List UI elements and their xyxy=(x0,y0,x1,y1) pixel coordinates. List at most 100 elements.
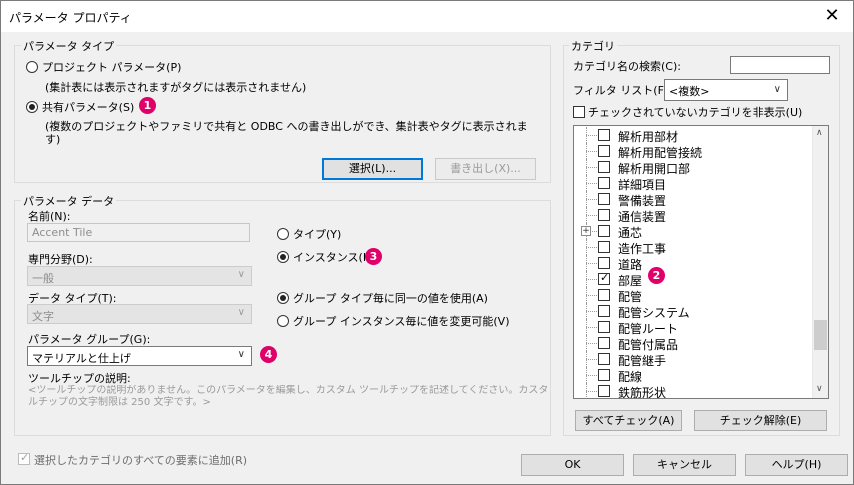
category-checkbox[interactable] xyxy=(598,353,610,365)
category-item-label: 鉄筋形状 xyxy=(618,386,667,399)
tree-branch xyxy=(586,311,597,312)
category-item[interactable]: 部屋 xyxy=(574,271,814,288)
group-vary-value-radio[interactable] xyxy=(277,315,289,327)
filter-list-value: <複数> xyxy=(669,85,710,98)
tree-branch xyxy=(586,359,597,360)
category-item[interactable]: 解析用配管接続 xyxy=(574,143,814,160)
group-vary-value-label: グループ インスタンス毎に値を変更可能(V) xyxy=(293,315,510,328)
category-item[interactable]: 解析用開口部 xyxy=(574,159,814,176)
group-same-value-radio[interactable] xyxy=(277,292,289,304)
category-search-input[interactable] xyxy=(730,56,830,74)
tree-branch xyxy=(586,151,597,152)
category-item[interactable]: 配管継手 xyxy=(574,351,814,368)
scroll-down-icon[interactable]: ∨ xyxy=(816,384,823,394)
category-checkbox[interactable] xyxy=(598,177,610,189)
category-checkbox[interactable] xyxy=(598,321,610,333)
name-input[interactable]: Accent Tile xyxy=(27,223,250,242)
add-to-all-elements-checkbox[interactable] xyxy=(18,451,30,465)
title-bar: パラメータ プロパティ ✕ xyxy=(1,1,853,32)
tooltip-label: ツールチップの説明: xyxy=(28,372,131,385)
category-checkbox[interactable] xyxy=(598,225,610,237)
tree-branch xyxy=(586,247,597,248)
parameter-type-legend: パラメータ タイプ xyxy=(21,38,117,54)
category-item[interactable]: 配管付属品 xyxy=(574,335,814,352)
name-label: 名前(N): xyxy=(28,210,71,223)
uncheck-all-button[interactable]: チェック解除(E) xyxy=(694,410,827,431)
instance-radio[interactable] xyxy=(277,251,289,263)
category-item[interactable]: 配管システム xyxy=(574,303,814,320)
category-checkbox[interactable] xyxy=(598,145,610,157)
category-item[interactable]: 警備装置 xyxy=(574,191,814,208)
datatype-value: 文字 xyxy=(32,310,54,323)
chevron-down-icon: ∨ xyxy=(237,269,245,280)
callout-badge-3: 3 xyxy=(365,248,382,265)
tree-branch xyxy=(586,135,597,136)
close-icon[interactable]: ✕ xyxy=(821,5,843,27)
tree-branch xyxy=(586,391,597,392)
shared-parameter-radio[interactable] xyxy=(26,101,38,113)
shared-parameter-desc-line1: (複数のプロジェクトやファミリで共有と ODBC への書き出しができ、集計表やタ… xyxy=(45,120,528,133)
cancel-button[interactable]: キャンセル xyxy=(633,454,736,476)
shared-parameter-desc-line2: す) xyxy=(45,133,61,146)
ok-button[interactable]: OK xyxy=(521,454,624,476)
expand-icon[interactable]: + xyxy=(581,226,591,236)
category-checkbox[interactable] xyxy=(598,129,610,141)
export-button[interactable]: 書き出し(X)... xyxy=(435,158,536,180)
category-checkbox[interactable] xyxy=(598,271,610,285)
project-parameter-radio[interactable] xyxy=(26,61,38,73)
tree-branch xyxy=(586,167,597,168)
category-checkbox[interactable] xyxy=(598,289,610,301)
category-checkbox[interactable] xyxy=(598,257,610,269)
tree-branch xyxy=(586,295,597,296)
scrollbar-thumb[interactable] xyxy=(814,320,827,350)
tree-branch xyxy=(586,375,597,376)
parameter-group-select[interactable]: マテリアルと仕上げ ∨ xyxy=(27,346,252,366)
category-checkbox[interactable] xyxy=(598,305,610,317)
hide-unchecked-checkbox[interactable] xyxy=(573,106,585,118)
tree-branch xyxy=(586,343,597,344)
category-list-scrollbar[interactable]: ∧ ∨ xyxy=(812,126,828,398)
discipline-label: 専門分野(D): xyxy=(28,253,93,266)
datatype-select[interactable]: 文字 ∨ xyxy=(27,304,252,324)
select-button[interactable]: 選択(L)... xyxy=(322,158,423,180)
discipline-select[interactable]: 一般 ∨ xyxy=(27,266,252,286)
category-item[interactable]: 解析用部材 xyxy=(574,127,814,144)
category-item[interactable]: 道路 xyxy=(574,255,814,272)
category-item[interactable]: + 通芯 xyxy=(574,223,814,240)
callout-badge-2: 2 xyxy=(648,267,665,284)
callout-badge-4: 4 xyxy=(260,346,277,363)
group-same-value-label: グループ タイプ毎に同一の値を使用(A) xyxy=(293,292,488,305)
category-checkbox[interactable] xyxy=(598,241,610,253)
type-radio[interactable] xyxy=(277,228,289,240)
scroll-up-icon[interactable]: ∧ xyxy=(816,128,823,138)
category-item[interactable]: 通信装置 xyxy=(574,207,814,224)
category-checkbox[interactable] xyxy=(598,209,610,221)
filter-list-label: フィルタ リスト(F): xyxy=(573,84,672,97)
category-item[interactable]: 造作工事 xyxy=(574,239,814,256)
group-label: パラメータ グループ(G): xyxy=(28,333,151,346)
help-button[interactable]: ヘルプ(H) xyxy=(745,454,848,476)
discipline-value: 一般 xyxy=(32,272,54,285)
category-item[interactable]: 配管ルート xyxy=(574,319,814,336)
category-checkbox[interactable] xyxy=(598,385,610,397)
name-input-value: Accent Tile xyxy=(32,226,93,239)
category-search-label: カテゴリ名の検索(C): xyxy=(573,60,681,73)
parameter-group-value: マテリアルと仕上げ xyxy=(32,352,131,365)
tree-branch xyxy=(586,327,597,328)
tree-branch xyxy=(586,215,597,216)
category-item[interactable]: 詳細項目 xyxy=(574,175,814,192)
category-item[interactable]: 鉄筋形状 xyxy=(574,383,814,399)
check-all-button[interactable]: すべてチェック(A) xyxy=(575,410,682,431)
category-item[interactable]: 配線 xyxy=(574,367,814,384)
category-checkbox[interactable] xyxy=(598,193,610,205)
category-legend: カテゴリ xyxy=(569,38,617,54)
chevron-down-icon: ∨ xyxy=(773,84,781,95)
parameter-data-legend: パラメータ データ xyxy=(21,193,117,209)
category-checkbox[interactable] xyxy=(598,369,610,381)
category-list: 解析用部材解析用配管接続解析用開口部詳細項目警備装置通信装置+通芯造作工事道路部… xyxy=(573,125,829,399)
filter-list-select[interactable]: <複数> ∨ xyxy=(664,79,788,101)
category-checkbox[interactable] xyxy=(598,161,610,173)
category-item[interactable]: 配管 xyxy=(574,287,814,304)
category-checkbox[interactable] xyxy=(598,337,610,349)
project-parameter-desc: (集計表には表示されますがタグには表示されません) xyxy=(45,81,307,94)
